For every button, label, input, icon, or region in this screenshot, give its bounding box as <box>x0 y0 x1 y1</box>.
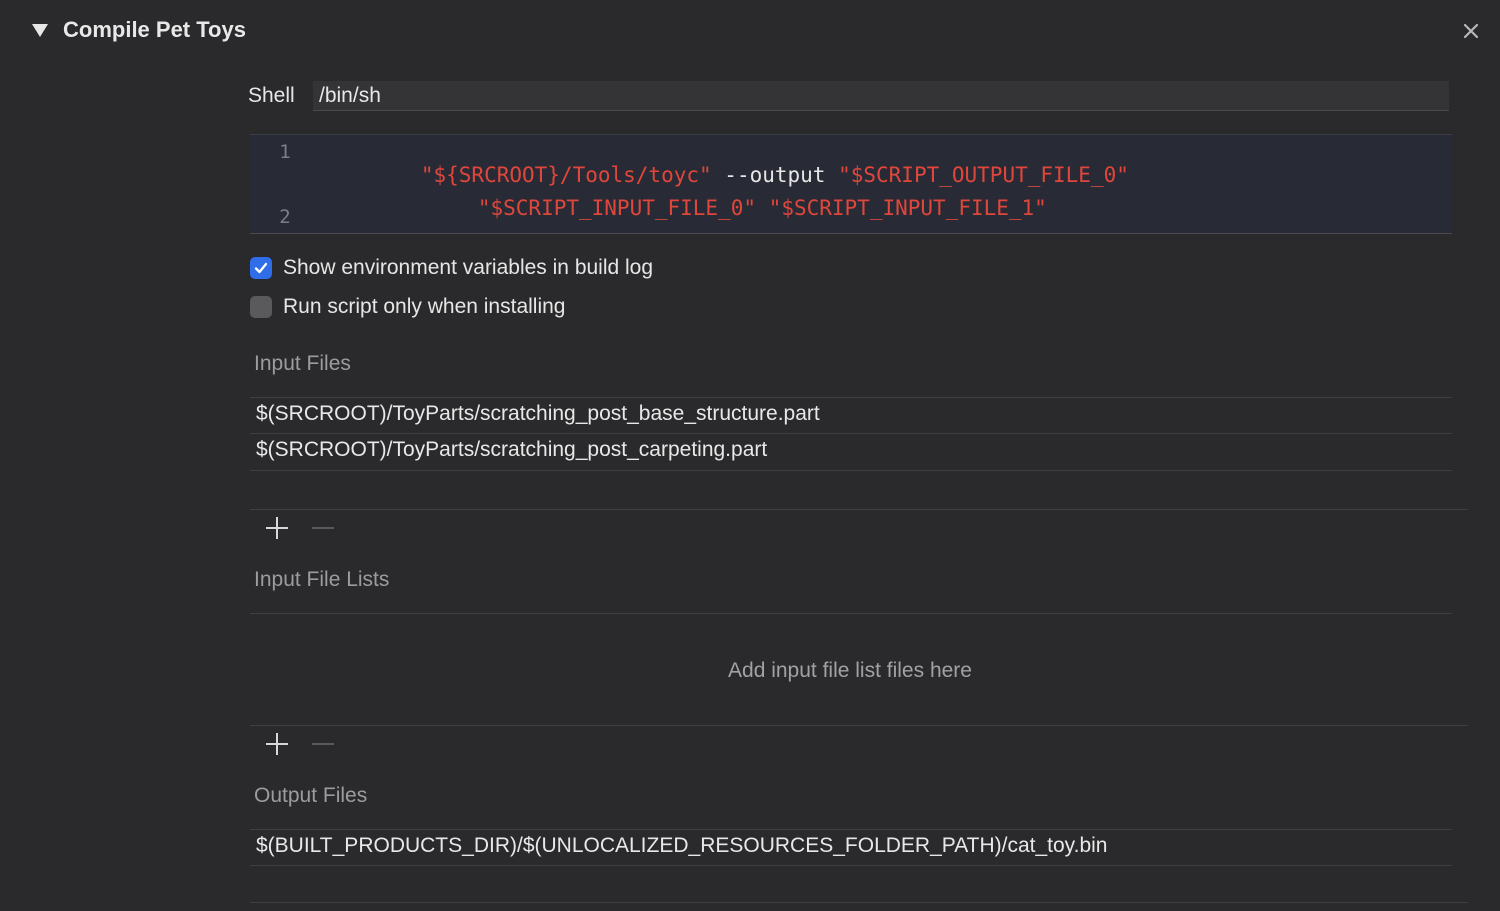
run-when-installing-label: Run script only when installing <box>283 295 566 318</box>
shell-input[interactable] <box>313 81 1449 111</box>
code-line-1-wrap: "$SCRIPT_INPUT_FILE_0" "$SCRIPT_INPUT_FI… <box>402 172 1047 244</box>
input-file-row[interactable]: $(SRCROOT)/ToyParts/scratching_post_base… <box>250 397 1452 433</box>
input-files-heading: Input Files <box>254 352 351 375</box>
divider <box>250 902 1468 903</box>
checkmark-icon <box>254 262 268 274</box>
show-env-vars-checkbox[interactable] <box>250 257 272 279</box>
line-number: 1 <box>279 141 291 163</box>
divider <box>250 865 1452 866</box>
divider <box>250 470 1452 471</box>
code-token-string: "$SCRIPT_INPUT_FILE_1" <box>768 196 1047 220</box>
input-file-path: $(SRCROOT)/ToyParts/scratching_post_base… <box>256 402 820 425</box>
run-script-phase-panel: Compile Pet Toys Shell 1 "${SRCROOT}/Too… <box>0 0 1500 911</box>
divider <box>250 613 1452 614</box>
disclosure-triangle-icon[interactable] <box>30 20 50 40</box>
line-number: 2 <box>279 206 291 228</box>
run-when-installing-checkbox-row[interactable]: Run script only when installing <box>250 295 565 319</box>
input-file-path: $(SRCROOT)/ToyParts/scratching_post_carp… <box>256 438 768 461</box>
input-file-row[interactable]: $(SRCROOT)/ToyParts/scratching_post_carp… <box>250 433 1452 469</box>
code-token-string: "$SCRIPT_INPUT_FILE_0" <box>477 196 757 220</box>
remove-input-file-icon[interactable] <box>309 514 337 542</box>
script-editor[interactable]: 1 "${SRCROOT}/Tools/toyc" --output "$SCR… <box>250 134 1452 234</box>
input-file-lists-heading: Input File Lists <box>254 568 390 591</box>
divider <box>250 509 1468 510</box>
output-file-row[interactable]: $(BUILT_PRODUCTS_DIR)/$(UNLOCALIZED_RESO… <box>250 829 1452 865</box>
add-input-file-list-icon[interactable] <box>263 730 291 758</box>
show-env-vars-checkbox-row[interactable]: Show environment variables in build log <box>250 256 653 280</box>
run-when-installing-checkbox[interactable] <box>250 296 272 318</box>
divider <box>250 725 1468 726</box>
phase-title[interactable]: Compile Pet Toys <box>63 17 246 43</box>
output-files-heading: Output Files <box>254 784 368 807</box>
close-icon[interactable] <box>1460 20 1482 42</box>
shell-label: Shell <box>248 84 295 107</box>
remove-input-file-list-icon[interactable] <box>309 730 337 758</box>
add-input-file-icon[interactable] <box>263 514 291 542</box>
input-file-lists-empty-hint: Add input file list files here <box>728 659 972 682</box>
show-env-vars-label: Show environment variables in build log <box>283 256 654 279</box>
output-file-path: $(BUILT_PRODUCTS_DIR)/$(UNLOCALIZED_RESO… <box>256 834 1108 857</box>
